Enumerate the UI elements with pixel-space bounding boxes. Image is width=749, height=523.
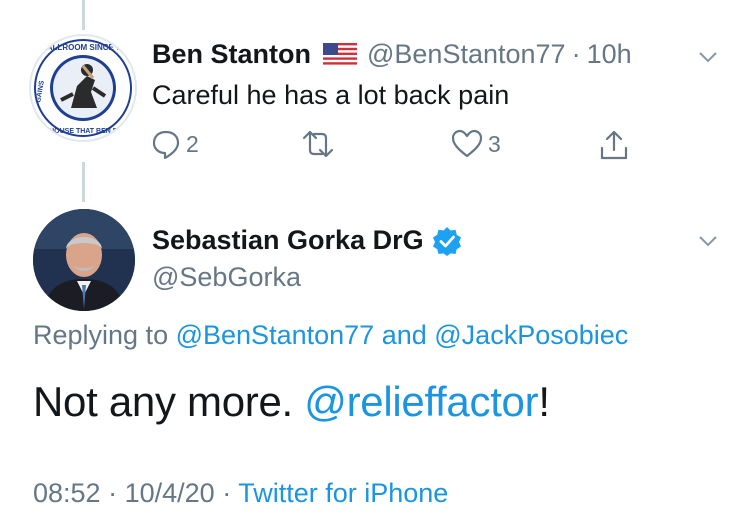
tweet-text: Careful he has a lot back pain <box>152 80 510 110</box>
ballroom-logo-icon: BALLROOM SINCE 77 THE HOUSE THAT BEN BUI… <box>33 38 134 138</box>
logo-text-bottom: THE HOUSE THAT BEN BUILT <box>33 128 133 135</box>
tweet-time: 08:52 <box>33 478 101 508</box>
replying-conjunction: and <box>381 320 427 350</box>
separator-dot: · <box>108 478 118 508</box>
thread-line-bottom <box>82 162 85 202</box>
main-tweet-header: Sebastian Gorka DrG <box>152 225 462 256</box>
like-count: 3 <box>488 130 501 157</box>
retweet-icon <box>302 130 334 158</box>
separator-dot: · <box>571 39 581 69</box>
reply-count: 2 <box>186 130 199 157</box>
main-tweet-text: Not any more. @relieffactor! <box>33 376 550 428</box>
thread-line-top <box>82 0 85 30</box>
tweet-date: 10/4/20 <box>124 478 215 508</box>
author-handle[interactable]: @SebGorka <box>152 262 301 293</box>
tweet-actions: 2 3 <box>150 128 650 168</box>
reply-button[interactable]: 2 <box>150 128 199 160</box>
tweet-metadata: 08:52 · 10/4/20 · Twitter for iPhone <box>33 478 448 509</box>
share-icon <box>600 130 628 160</box>
replying-to-line: Replying to @BenStanton77 and @JackPosob… <box>33 320 628 351</box>
author-name[interactable]: Sebastian Gorka DrG <box>152 225 424 256</box>
avatar-sebastian-gorka[interactable] <box>33 209 135 311</box>
tweet-text: Not any more. <box>33 378 293 425</box>
heart-icon <box>451 129 483 158</box>
chevron-down-icon[interactable] <box>697 230 719 252</box>
avatar-ben-stanton[interactable]: BALLROOM SINCE 77 THE HOUSE THAT BEN BUI… <box>29 34 137 142</box>
mention-link-relieffactor[interactable]: @relieffactor <box>304 378 538 425</box>
replying-prefix: Replying to <box>33 320 169 350</box>
author-name[interactable]: Ben Stanton <box>152 37 311 71</box>
tweet-source-link[interactable]: Twitter for iPhone <box>238 478 448 508</box>
mention-link-benstanton[interactable]: @BenStanton77 <box>176 320 375 350</box>
share-button[interactable] <box>597 128 631 162</box>
author-handle[interactable]: @BenStanton77 <box>367 37 566 71</box>
mention-link-jackposobiec[interactable]: @JackPosobiec <box>434 320 628 350</box>
chevron-down-icon[interactable] <box>697 46 719 68</box>
separator-dot: · <box>222 478 232 508</box>
retweet-button[interactable] <box>300 128 340 160</box>
tweet-time[interactable]: 10h <box>587 37 632 71</box>
reply-tweet: Ben Stanton @BenStanton77 · 10h Careful … <box>152 37 632 113</box>
verified-badge-icon <box>432 226 461 256</box>
like-button[interactable]: 3 <box>450 128 501 160</box>
profile-photo-icon <box>33 209 135 311</box>
reply-tweet-header: Ben Stanton @BenStanton77 · 10h <box>152 37 632 71</box>
us-flag-icon <box>323 43 357 65</box>
logo-text-top: BALLROOM SINCE 77 <box>41 43 126 52</box>
tweet-text-end: ! <box>538 378 550 425</box>
reply-icon <box>152 130 180 160</box>
